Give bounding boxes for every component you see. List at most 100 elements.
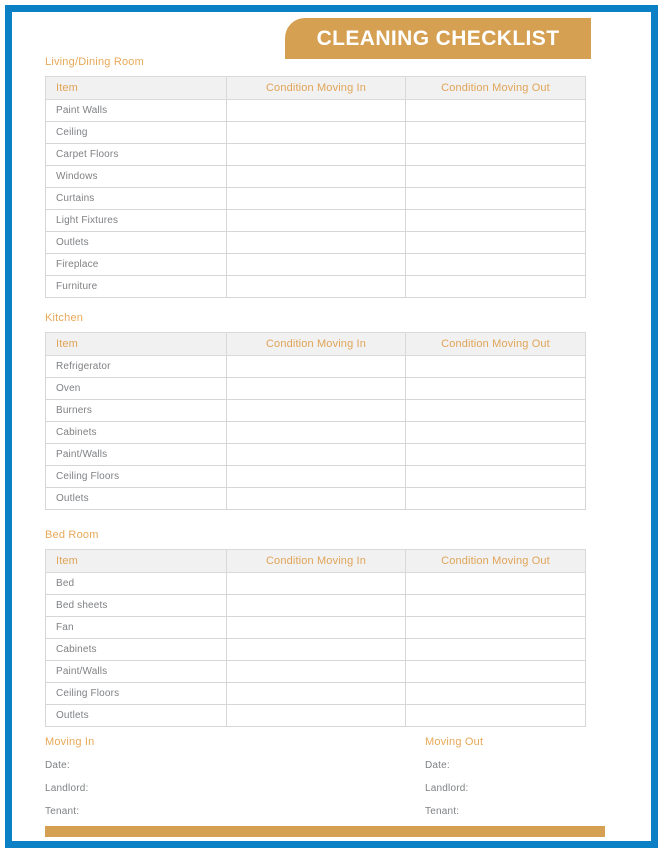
condition-moving-in-cell[interactable] — [226, 355, 406, 378]
item-name-cell: Refrigerator — [45, 355, 227, 378]
condition-moving-in-cell[interactable] — [226, 399, 406, 422]
table-row: Carpet Floors — [45, 143, 586, 166]
moving-in-tenant-label: Tenant: — [45, 806, 80, 817]
condition-moving-in-cell[interactable] — [226, 465, 406, 488]
condition-moving-in-cell[interactable] — [226, 253, 406, 276]
table-row: Outlets — [45, 487, 586, 510]
moving-out-landlord-label: Landlord: — [425, 783, 469, 794]
item-name-cell: Cabinets — [45, 638, 227, 661]
table-row: Cabinets — [45, 638, 586, 661]
item-name-cell: Outlets — [45, 487, 227, 510]
moving-out-tenant-label: Tenant: — [425, 806, 460, 817]
condition-moving-in-cell[interactable] — [226, 421, 406, 444]
condition-moving-in-cell[interactable] — [226, 487, 406, 510]
condition-moving-out-cell[interactable] — [405, 443, 586, 466]
condition-moving-out-cell[interactable] — [405, 187, 586, 210]
condition-moving-out-cell[interactable] — [405, 594, 586, 617]
document-sheet: CLEANING CHECKLIST Living/Dining Room Ite… — [12, 12, 651, 841]
condition-moving-in-cell[interactable] — [226, 121, 406, 144]
condition-moving-out-cell[interactable] — [405, 704, 586, 727]
condition-moving-in-cell[interactable] — [226, 682, 406, 705]
condition-moving-out-cell[interactable] — [405, 121, 586, 144]
page-border-right — [651, 5, 658, 848]
condition-moving-in-cell[interactable] — [226, 99, 406, 122]
table-header-row: Item Condition Moving In Condition Moving … — [45, 549, 586, 573]
condition-moving-out-cell[interactable] — [405, 487, 586, 510]
checklist-section: Kitchen Item Condition Moving In Condition … — [45, 312, 586, 510]
column-header-moving-in: Condition Moving In — [226, 332, 406, 356]
condition-moving-out-cell[interactable] — [405, 682, 586, 705]
condition-moving-out-cell[interactable] — [405, 399, 586, 422]
column-header-item: Item — [45, 549, 227, 573]
table-row: Ceiling Floors — [45, 682, 586, 705]
condition-moving-out-cell[interactable] — [405, 616, 586, 639]
column-header-item: Item — [45, 332, 227, 356]
condition-moving-out-cell[interactable] — [405, 209, 586, 232]
checklist-page: CLEANING CHECKLIST Living/Dining Room Ite… — [0, 0, 663, 853]
condition-moving-out-cell[interactable] — [405, 638, 586, 661]
condition-moving-in-cell[interactable] — [226, 594, 406, 617]
item-name-cell: Oven — [45, 377, 227, 400]
condition-moving-in-cell[interactable] — [226, 165, 406, 188]
condition-moving-out-cell[interactable] — [405, 660, 586, 683]
page-title: CLEANING CHECKLIST — [316, 26, 560, 50]
condition-moving-in-cell[interactable] — [226, 377, 406, 400]
condition-moving-in-cell[interactable] — [226, 704, 406, 727]
column-header-moving-out: Condition Moving Out — [405, 332, 586, 356]
condition-moving-in-cell[interactable] — [226, 638, 406, 661]
condition-moving-out-cell[interactable] — [405, 377, 586, 400]
condition-moving-in-cell[interactable] — [226, 616, 406, 639]
item-name-cell: Ceiling — [45, 121, 227, 144]
table-header-row: Item Condition Moving In Condition Moving … — [45, 332, 586, 356]
table-row: Furniture — [45, 275, 586, 298]
table-row: Curtains — [45, 187, 586, 210]
condition-moving-out-cell[interactable] — [405, 572, 586, 595]
checklist-section: Living/Dining Room Item Condition Moving I… — [45, 56, 586, 298]
condition-moving-in-cell[interactable] — [226, 231, 406, 254]
table-row: Paint/Walls — [45, 660, 586, 683]
condition-moving-in-cell[interactable] — [226, 660, 406, 683]
condition-moving-in-cell[interactable] — [226, 209, 406, 232]
condition-moving-out-cell[interactable] — [405, 465, 586, 488]
condition-moving-out-cell[interactable] — [405, 355, 586, 378]
moving-in-column: Moving In Date: Landlord: Tenant: — [45, 736, 95, 829]
item-name-cell: Windows — [45, 165, 227, 188]
condition-moving-out-cell[interactable] — [405, 421, 586, 444]
condition-moving-out-cell[interactable] — [405, 99, 586, 122]
checklist-section: Bed Room Item Condition Moving In Condition… — [45, 529, 586, 727]
table-row: Bed sheets — [45, 594, 586, 617]
condition-moving-in-cell[interactable] — [226, 275, 406, 298]
moving-out-title: Moving Out — [425, 736, 484, 748]
condition-moving-out-cell[interactable] — [405, 253, 586, 276]
condition-moving-in-cell[interactable] — [226, 572, 406, 595]
item-name-cell: Paint/Walls — [45, 660, 227, 683]
table-row: Refrigerator — [45, 355, 586, 378]
item-name-cell: Paint/Walls — [45, 443, 227, 466]
item-name-cell: Ceiling Floors — [45, 465, 227, 488]
table-row: Outlets — [45, 704, 586, 727]
checklist-table: Item Condition Moving In Condition Moving … — [45, 332, 586, 510]
condition-moving-out-cell[interactable] — [405, 275, 586, 298]
moving-out-date-label: Date: — [425, 760, 450, 771]
page-border-left — [5, 5, 12, 848]
moving-in-landlord-label: Landlord: — [45, 783, 89, 794]
column-header-moving-in: Condition Moving In — [226, 76, 406, 100]
item-name-cell: Furniture — [45, 275, 227, 298]
title-banner: CLEANING CHECKLIST — [285, 18, 591, 59]
table-header-row: Item Condition Moving In Condition Moving … — [45, 76, 586, 100]
table-row: Ceiling Floors — [45, 465, 586, 488]
condition-moving-out-cell[interactable] — [405, 143, 586, 166]
condition-moving-out-cell[interactable] — [405, 165, 586, 188]
item-name-cell: Fireplace — [45, 253, 227, 276]
section-label: Kitchen — [45, 312, 84, 324]
condition-moving-in-cell[interactable] — [226, 187, 406, 210]
condition-moving-in-cell[interactable] — [226, 143, 406, 166]
moving-in-title: Moving In — [45, 736, 95, 748]
section-label: Living/Dining Room — [45, 56, 144, 68]
column-header-item: Item — [45, 76, 227, 100]
item-name-cell: Carpet Floors — [45, 143, 227, 166]
condition-moving-out-cell[interactable] — [405, 231, 586, 254]
item-name-cell: Cabinets — [45, 421, 227, 444]
condition-moving-in-cell[interactable] — [226, 443, 406, 466]
item-name-cell: Ceiling Floors — [45, 682, 227, 705]
